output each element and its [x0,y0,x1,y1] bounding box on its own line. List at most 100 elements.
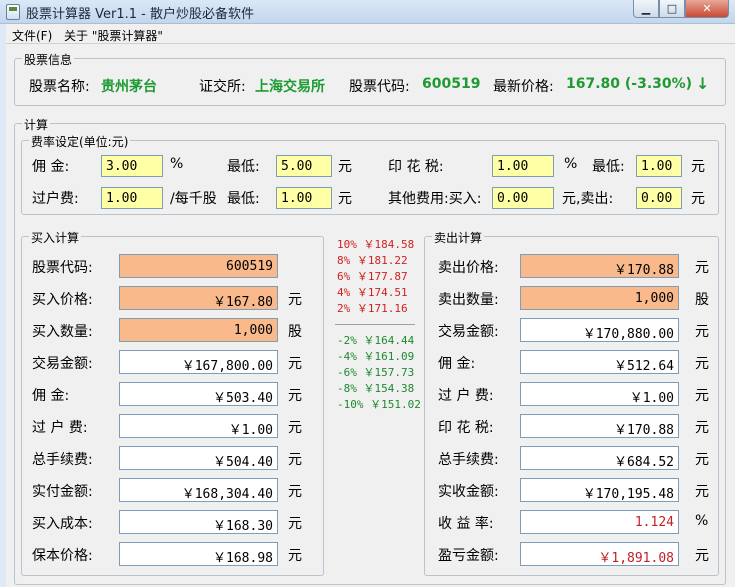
down-arrow-icon: ↓ [696,74,710,93]
maximize-button[interactable]: □ [659,0,685,18]
buy-row-value[interactable]: ￥168.98 [119,542,278,566]
sell-row-unit: 元 [695,356,709,372]
menu-bar: 文件(F) 关于 "股票计算器" [6,24,735,44]
buy-row-label: 买入数量: [32,324,93,340]
window-title: 股票计算器 Ver1.1 - 散户炒股必备软件 [26,7,254,22]
stock-info-legend: 股票信息 [22,51,75,68]
price-target-up-item: 8% ￥181.22 [337,254,408,267]
other-fee-sell-label: 元,卖出: [562,191,614,207]
price-targets-up: 10% ￥184.58 8% ￥181.22 6% ￥177.87 4% ￥174.5… [337,236,414,316]
sell-row-label: 实收金额: [438,484,499,500]
sell-row-value[interactable]: 1,000 [520,286,679,310]
sell-row-unit: 股 [695,292,709,308]
sell-row-value[interactable]: 1.124 [520,510,679,534]
sell-row-value[interactable]: ￥170.88 [520,414,679,438]
price-target-down-item: -8% ￥154.38 [337,382,415,395]
price-targets-divider [335,324,415,325]
price-target-down-item: -10% ￥151.02 [337,398,421,411]
transfer-min-unit: 元 [338,191,352,207]
commission-min-label: 最低: [227,159,260,175]
sell-row-unit: 元 [695,484,709,500]
exchange-label: 证交所: [199,79,246,95]
buy-row-value[interactable]: 600519 [119,254,278,278]
stock-name-label: 股票名称: [29,79,90,95]
buy-row-unit: 元 [288,548,302,564]
buy-row-unit: 元 [288,420,302,436]
menu-file[interactable]: 文件(F) [12,27,52,44]
stamp-min-input[interactable]: 1.00 [636,155,682,177]
sell-row-unit: 元 [695,548,709,564]
sell-row-value[interactable]: ￥170.88 [520,254,679,278]
buy-row-label: 佣 金: [32,388,70,404]
commission-label: 佣 金: [32,159,70,175]
buy-row-value[interactable]: ￥1.00 [119,414,278,438]
buy-row-value[interactable]: ￥168,304.40 [119,478,278,502]
minimize-button[interactable]: ▁ [633,0,659,18]
latest-price-label: 最新价格: [493,79,554,95]
buy-row-label: 过 户 费: [32,420,88,436]
title-bar[interactable]: 股票计算器 Ver1.1 - 散户炒股必备软件 ▁ □ ✕ [0,0,735,24]
sell-row-unit: 元 [695,420,709,436]
latest-price-value: 167.80 (-3.30%) [566,76,693,92]
stamp-tax-input[interactable]: 1.00 [492,155,554,177]
buy-row-label: 买入成本: [32,516,93,532]
stamp-min-unit: 元 [691,159,705,175]
price-target-up-item: 6% ￥177.87 [337,270,408,283]
calculator-app-icon [6,4,20,20]
buy-row-value[interactable]: ￥504.40 [119,446,278,470]
buy-row-label: 股票代码: [32,260,93,276]
other-fee-buy-input[interactable]: 0.00 [492,187,554,209]
sell-row-label: 佣 金: [438,356,476,372]
sell-row-label: 盈亏金额: [438,548,499,564]
commission-min-input[interactable]: 5.00 [276,155,332,177]
sell-row-label: 收 益 率: [438,516,494,532]
sell-row-unit: 元 [695,260,709,276]
price-target-up-item: 10% ￥184.58 [337,238,415,251]
commission-input[interactable]: 3.00 [101,155,163,177]
sell-row-unit: 元 [695,452,709,468]
buy-row-label: 实付金额: [32,484,93,500]
buy-row-label: 买入价格: [32,292,93,308]
buy-row-label: 交易金额: [32,356,93,372]
stock-code-value: 600519 [422,76,481,92]
calc-legend: 计算 [22,116,51,133]
buy-row-value[interactable]: 1,000 [119,318,278,342]
buy-row-unit: 元 [288,388,302,404]
sell-row-value[interactable]: ￥512.64 [520,350,679,374]
transfer-min-input[interactable]: 1.00 [276,187,332,209]
buy-row-unit: 元 [288,356,302,372]
close-button[interactable]: ✕ [685,0,729,18]
sell-row-value[interactable]: ￥684.52 [520,446,679,470]
stamp-tax-percent-unit: % [564,156,578,172]
buy-row-value[interactable]: ￥167,800.00 [119,350,278,374]
buy-row-value[interactable]: ￥168.30 [119,510,278,534]
transfer-fee-input[interactable]: 1.00 [101,187,163,209]
price-target-down-item: -6% ￥157.73 [337,366,415,379]
buy-row-unit: 元 [288,516,302,532]
stamp-tax-label: 印 花 税: [388,159,444,175]
sell-calc-legend: 卖出计算 [432,229,485,246]
stock-name-value: 贵州茅台 [101,79,157,95]
transfer-fee-label: 过户费: [32,191,79,207]
sell-row-value[interactable]: ￥1.00 [520,382,679,406]
buy-row-label: 保本价格: [32,548,93,564]
sell-row-value[interactable]: ￥170,195.48 [520,478,679,502]
buy-row-unit: 元 [288,452,302,468]
buy-row-unit: 元 [288,292,302,308]
sell-row-value[interactable]: ￥1,891.08 [520,542,679,566]
exchange-value: 上海交易所 [255,79,325,95]
stock-info-group: 股票信息 股票名称: 贵州茅台 证交所: 上海交易所 股票代码: 600519 … [14,51,726,106]
sell-row-value[interactable]: ￥170,880.00 [520,318,679,342]
fee-settings-group: 费率设定(单位:元) 佣 金: 3.00 % 最低: 5.00 元 印 花 税:… [21,133,719,215]
sell-row-unit: % [695,513,709,529]
price-target-up-item: 4% ￥174.51 [337,286,408,299]
buy-calc-legend: 买入计算 [29,229,82,246]
menu-about[interactable]: 关于 "股票计算器" [64,27,163,44]
sell-row-unit: 元 [695,324,709,340]
sell-row-label: 交易金额: [438,324,499,340]
other-fee-sell-input[interactable]: 0.00 [636,187,682,209]
price-targets-down: -2% ￥164.44 -4% ￥161.09 -6% ￥157.73 -8% ￥15… [337,332,421,412]
buy-row-value[interactable]: ￥167.80 [119,286,278,310]
sell-calc-group: 卖出计算 卖出价格: ￥170.88 元卖出数量: 1,000 股交易金额: ￥170,8… [424,229,719,576]
buy-row-value[interactable]: ￥503.40 [119,382,278,406]
